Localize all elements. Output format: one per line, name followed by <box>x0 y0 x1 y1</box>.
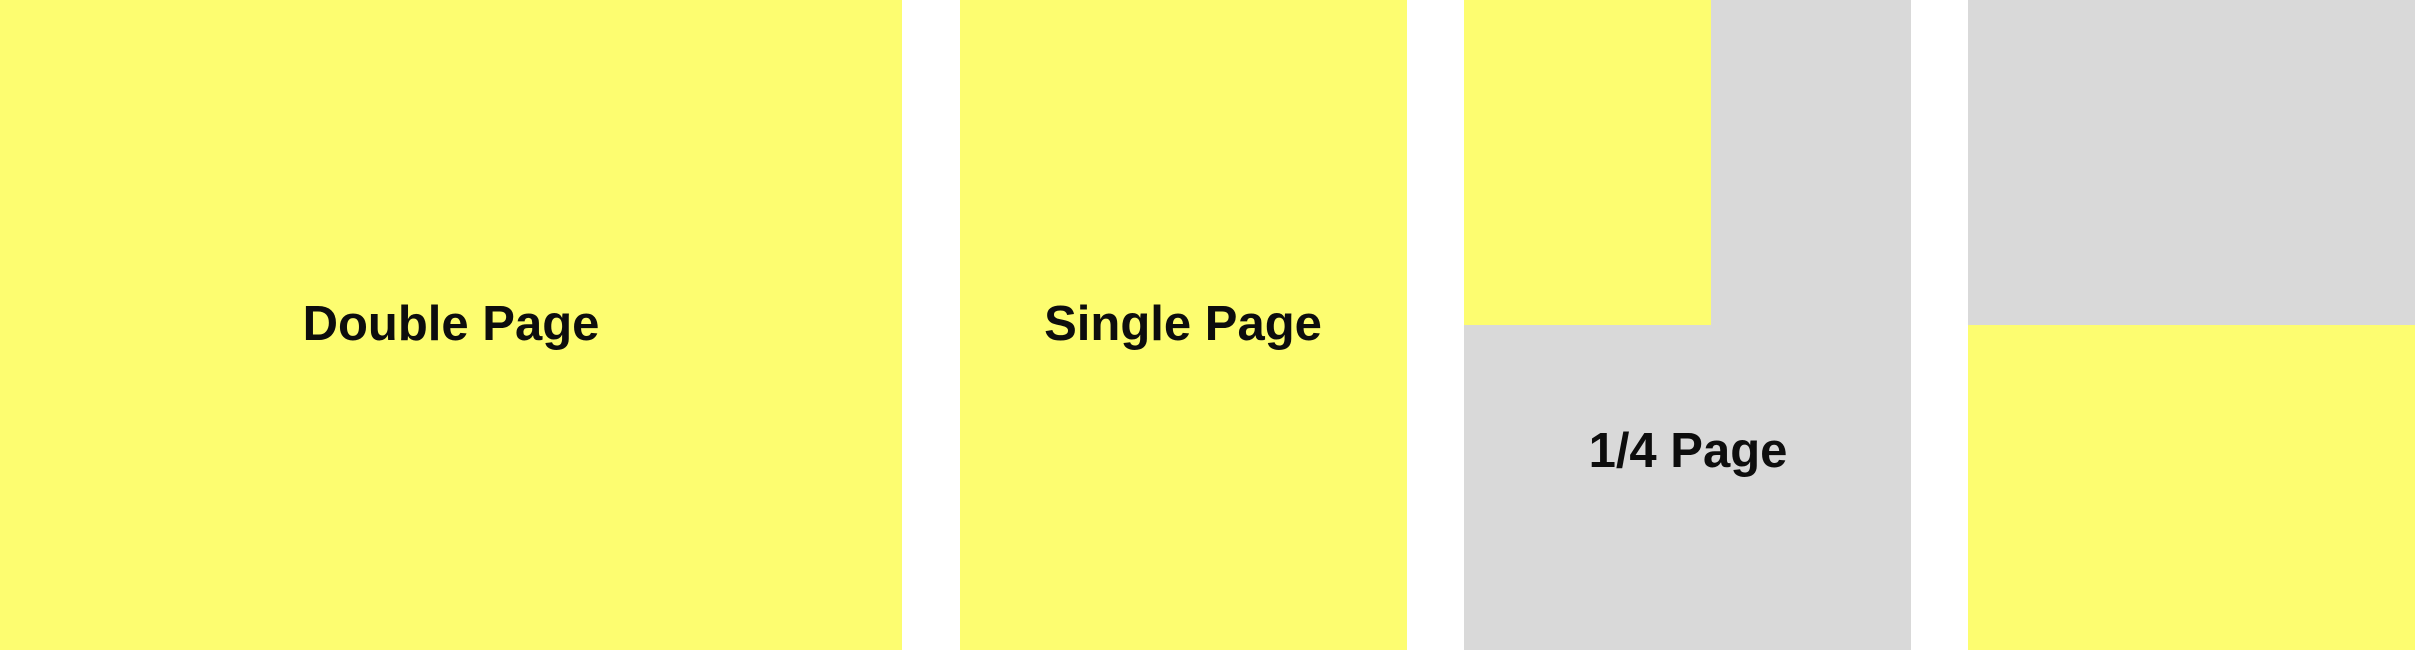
half-page-panel <box>1968 0 2415 650</box>
half-page-fill <box>1968 325 2415 650</box>
single-page-label: Single Page <box>1044 297 1322 351</box>
quarter-page-fill <box>1464 0 1711 325</box>
single-page-panel: Single Page <box>960 0 1407 650</box>
double-page-panel: Double Page <box>0 0 902 650</box>
quarter-page-panel: 1/4 Page <box>1464 0 1911 650</box>
double-page-label: Double Page <box>302 297 600 351</box>
quarter-page-label: 1/4 Page <box>1588 424 1788 478</box>
